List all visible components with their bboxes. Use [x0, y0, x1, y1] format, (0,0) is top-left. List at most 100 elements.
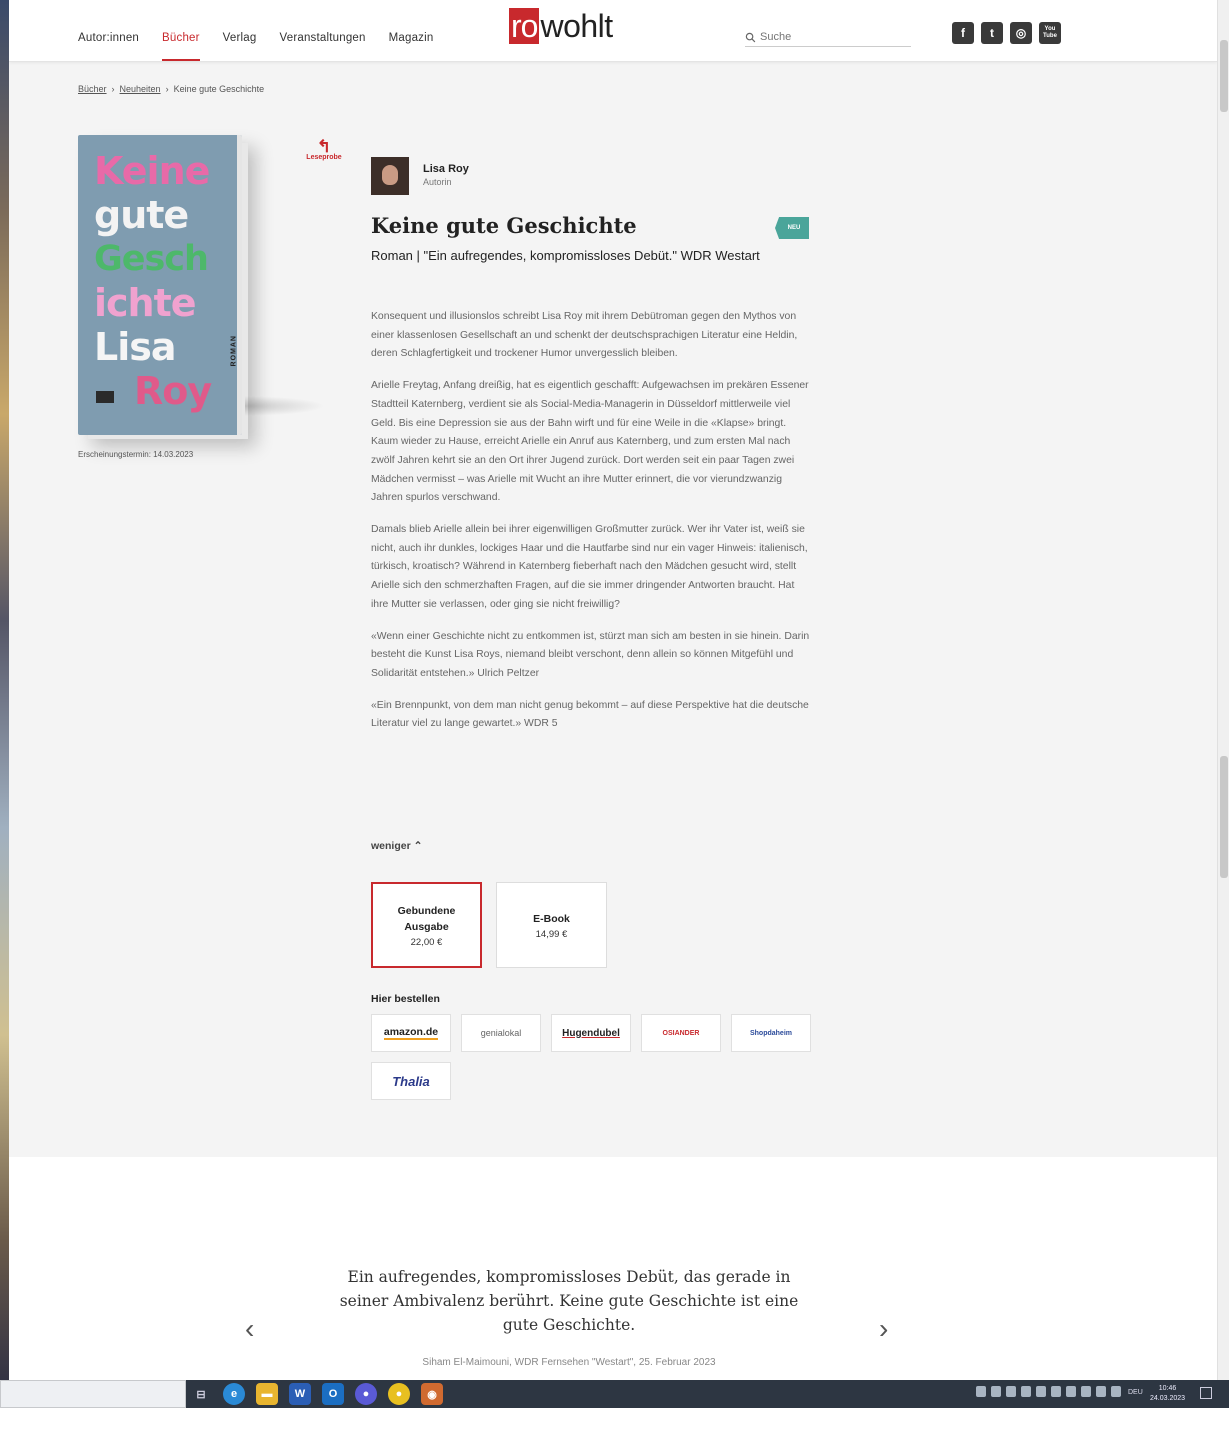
reading-sample-link[interactable]: ↰ Leseprobe — [299, 138, 349, 161]
desktop-edge — [0, 0, 9, 1380]
social-links: f t ◎ You Tube — [952, 22, 1061, 44]
browser-page: Autor:innen Bücher Verlag Veranstaltunge… — [9, 0, 1217, 1380]
tray-icon[interactable] — [1036, 1386, 1046, 1397]
cover-line: ichte — [94, 281, 197, 325]
author-name[interactable]: Lisa Roy — [423, 163, 469, 175]
shop-hugendubel[interactable]: Hugendubel — [551, 1014, 631, 1052]
format-label: E-Book — [533, 912, 570, 925]
breadcrumb-new[interactable]: Neuheiten — [120, 84, 161, 94]
author-info[interactable]: Lisa Roy Autorin — [371, 157, 469, 195]
tray-icon[interactable] — [991, 1386, 1001, 1397]
format-hardcover[interactable]: Gebundene Ausgabe 22,00 € — [371, 882, 482, 968]
notification-icon[interactable] — [1200, 1387, 1212, 1399]
clock-date: 24.03.2023 — [1150, 1395, 1186, 1402]
shop-hugendubel-logo: Hugendubel — [562, 1027, 620, 1039]
taskbar-search[interactable] — [0, 1380, 186, 1408]
edge-icon[interactable]: e — [223, 1383, 245, 1405]
shop-list: amazon.de genialokal Hugendubel OSIANDER… — [371, 1014, 811, 1100]
cover-line: Lisa — [94, 325, 177, 369]
show-less-toggle[interactable]: weniger ⌃ — [371, 840, 422, 852]
shop-thalia[interactable]: Thalia — [371, 1062, 451, 1100]
shop-osiander-logo: OSIANDER — [662, 1029, 700, 1037]
outlook-icon[interactable]: O — [322, 1383, 344, 1405]
clock-time: 10:46 — [1158, 1385, 1177, 1392]
book-title: Keine gute Geschichte — [371, 213, 637, 238]
book-description: Konsequent und illusionslos schreibt Lis… — [371, 308, 811, 747]
twitter-icon[interactable]: t — [981, 22, 1003, 44]
nav-events[interactable]: Veranstaltungen — [279, 32, 365, 44]
network-icon[interactable] — [1096, 1386, 1106, 1397]
chevron-right-icon[interactable]: › — [879, 1315, 888, 1343]
chevron-right-icon: › — [111, 84, 115, 94]
nav-publisher[interactable]: Verlag — [223, 32, 257, 44]
new-badge: NEU — [775, 217, 809, 239]
nav-books[interactable]: Bücher — [162, 32, 200, 61]
cover-title: Keine gute Gesch ichte Lisa Roy — [94, 149, 212, 413]
format-ebook[interactable]: E-Book 14,99 € — [496, 882, 607, 968]
scrollbar-thumb-2[interactable] — [1220, 756, 1228, 878]
word-icon[interactable]: W — [289, 1383, 311, 1405]
instagram-icon[interactable]: ◎ — [1010, 22, 1032, 44]
scrollbar-thumb[interactable] — [1220, 40, 1228, 112]
format-label: Gebundene Ausgabe — [397, 904, 456, 933]
app-icon[interactable]: ◉ — [421, 1383, 443, 1405]
shop-amazon-logo: amazon.de — [383, 1026, 439, 1040]
search-icon — [745, 32, 756, 42]
system-tray — [976, 1386, 1121, 1397]
cover-line: gute — [94, 193, 189, 237]
press-quote-carousel: ‹ Ein aufregendes, kompromissloses Debüt… — [9, 1157, 1217, 1380]
logo-mark: ro — [509, 8, 540, 44]
main-nav: Autor:innen Bücher Verlag Veranstaltunge… — [78, 32, 434, 61]
rowohlt-logo[interactable]: ro wohlt — [509, 8, 613, 44]
description-paragraph: Damals blieb Arielle allein bei ihrer ei… — [371, 524, 808, 610]
description-paragraph: Arielle Freytag, Anfang dreißig, hat es … — [371, 380, 809, 504]
search-box[interactable] — [745, 28, 911, 47]
description-paragraph: Konsequent und illusionslos schreibt Lis… — [371, 311, 798, 360]
cover-genre: ROMAN — [230, 335, 237, 367]
format-price: 22,00 € — [410, 936, 443, 948]
tray-icon[interactable] — [976, 1386, 986, 1397]
release-date: Erscheinungstermin: 14.03.2023 — [78, 450, 194, 459]
cover-line: Gesch — [94, 239, 209, 279]
breadcrumb-current: Keine gute Geschichte — [173, 84, 265, 94]
shop-shopdaheim[interactable]: Shopdaheim — [731, 1014, 811, 1052]
taskbar-clock[interactable]: 10:46 24.03.2023 — [1150, 1384, 1185, 1404]
tray-icon[interactable] — [1051, 1386, 1061, 1397]
nav-magazine[interactable]: Magazin — [389, 32, 434, 44]
press-quote: Ein aufregendes, kompromissloses Debüt, … — [339, 1268, 799, 1334]
task-view-icon[interactable]: ⊟ — [190, 1383, 212, 1405]
shop-osiander[interactable]: OSIANDER — [641, 1014, 721, 1052]
publisher-logo — [96, 391, 114, 403]
tray-icon[interactable] — [1006, 1386, 1016, 1397]
tray-icon[interactable] — [1081, 1386, 1091, 1397]
tray-icon[interactable] — [1021, 1386, 1031, 1397]
cover-shadow — [245, 396, 325, 416]
breadcrumb: Bücher › Neuheiten › Keine gute Geschich… — [78, 84, 264, 94]
facebook-icon[interactable]: f — [952, 22, 974, 44]
shop-shopdaheim-logo: Shopdaheim — [749, 1029, 792, 1037]
app-icon[interactable]: ● — [388, 1383, 410, 1405]
author-role: Autorin — [423, 177, 452, 187]
youtube-icon[interactable]: You Tube — [1039, 22, 1061, 44]
format-selector: Gebundene Ausgabe 22,00 € E-Book 14,99 € — [371, 882, 607, 968]
book-cover[interactable]: Keine gute Gesch ichte Lisa Roy ROMAN — [78, 135, 242, 435]
book-subtitle: Roman | "Ein aufregendes, kompromisslose… — [371, 248, 760, 263]
screen: Autor:innen Bücher Verlag Veranstaltunge… — [0, 0, 1229, 1440]
tray-icon[interactable] — [1066, 1386, 1076, 1397]
logo-text: wohlt — [540, 8, 613, 44]
app-icon[interactable]: ● — [355, 1383, 377, 1405]
shop-genialokal[interactable]: genialokal — [461, 1014, 541, 1052]
search-input[interactable] — [760, 31, 900, 43]
page-scrollbar[interactable] — [1217, 0, 1229, 1380]
chevron-left-icon[interactable]: ‹ — [245, 1315, 254, 1343]
volume-icon[interactable] — [1111, 1386, 1121, 1397]
order-heading: Hier bestellen — [371, 993, 440, 1005]
nav-authors[interactable]: Autor:innen — [78, 32, 139, 44]
breadcrumb-books[interactable]: Bücher — [78, 84, 107, 94]
quote-source: Siham El-Maimouni, WDR Fernsehen "Westar… — [422, 1357, 716, 1368]
shop-amazon[interactable]: amazon.de — [371, 1014, 451, 1052]
input-language[interactable]: DEU — [1128, 1389, 1143, 1396]
shop-thalia-logo: Thalia — [392, 1073, 430, 1089]
description-paragraph: «Ein Brennpunkt, von dem man nicht genug… — [371, 699, 809, 730]
file-explorer-icon[interactable]: ▬ — [256, 1383, 278, 1405]
